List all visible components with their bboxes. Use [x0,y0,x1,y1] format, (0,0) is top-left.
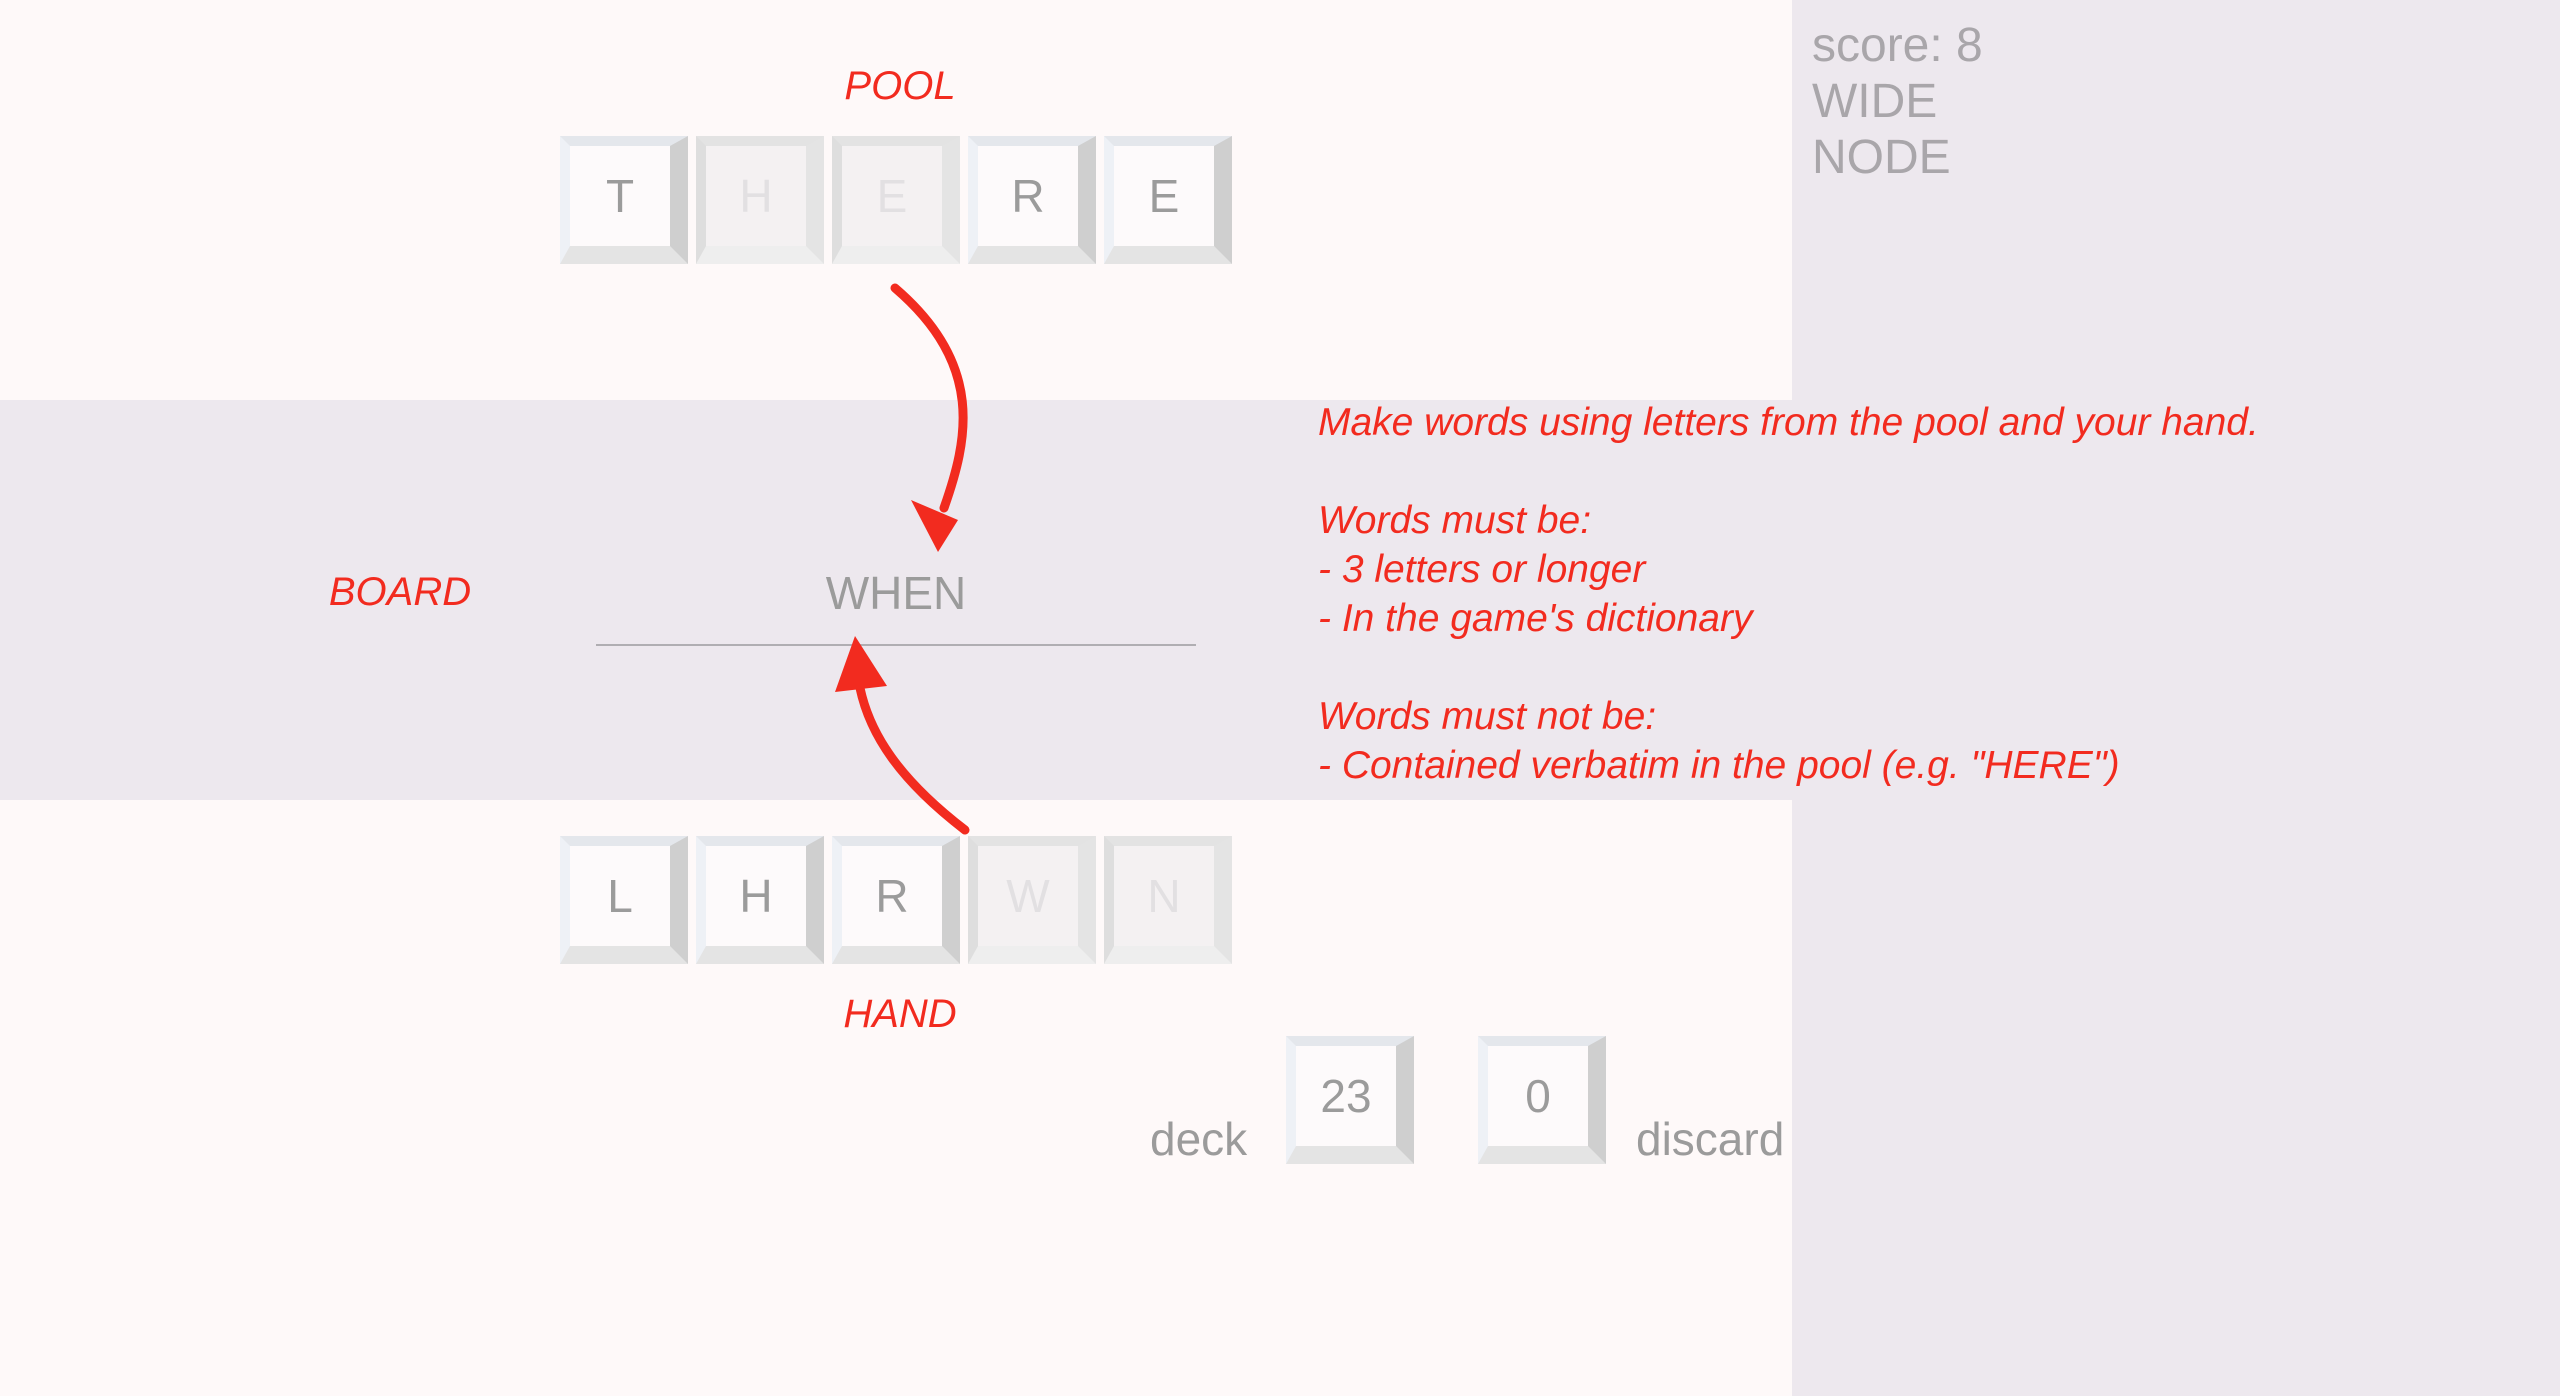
instruction-line: - 3 letters or longer [1318,548,1646,591]
hand-tile[interactable]: W [968,836,1096,964]
pool-tile[interactable]: E [1104,136,1232,264]
instruction-line: Words must not be: [1318,695,1657,738]
discard-pile[interactable]: 0 [1478,1036,1606,1164]
instruction-line: - In the game's dictionary [1318,597,1753,640]
instruction-line: - Contained verbatim in the pool (e.g. "… [1318,744,2120,787]
instruction-line: Make words using letters from the pool a… [1318,401,2259,444]
pool-tile[interactable]: R [968,136,1096,264]
pool-tile[interactable]: E [832,136,960,264]
board-underline [596,644,1196,646]
played-word-2: NODE [1812,131,1951,184]
instruction-line [1318,643,2259,692]
game-screen: score: 8 WIDE NODE POOL T H E R E BOARD … [0,0,2560,1396]
pool-tile[interactable]: H [696,136,824,264]
pool-label: POOL [844,64,956,108]
hand-tile[interactable]: N [1104,836,1232,964]
hand-label: HAND [843,992,957,1036]
hand-tile[interactable]: R [832,836,960,964]
score-text: score: 8 [1812,19,1983,72]
instructions-panel: Make words using letters from the pool a… [1318,398,2259,790]
played-word-1: WIDE [1812,75,1938,128]
pool-tile[interactable]: T [560,136,688,264]
discard-label: discard [1636,1113,1785,1165]
board-label: BOARD [328,570,472,614]
hand-tile[interactable]: L [560,836,688,964]
board-word[interactable]: WHEN [596,566,1196,620]
deck-pile[interactable]: 23 [1286,1036,1414,1164]
instruction-line: Words must be: [1318,499,1592,542]
deck-label: deck [1150,1113,1248,1165]
instruction-line [1318,447,2259,496]
hand-tile[interactable]: H [696,836,824,964]
